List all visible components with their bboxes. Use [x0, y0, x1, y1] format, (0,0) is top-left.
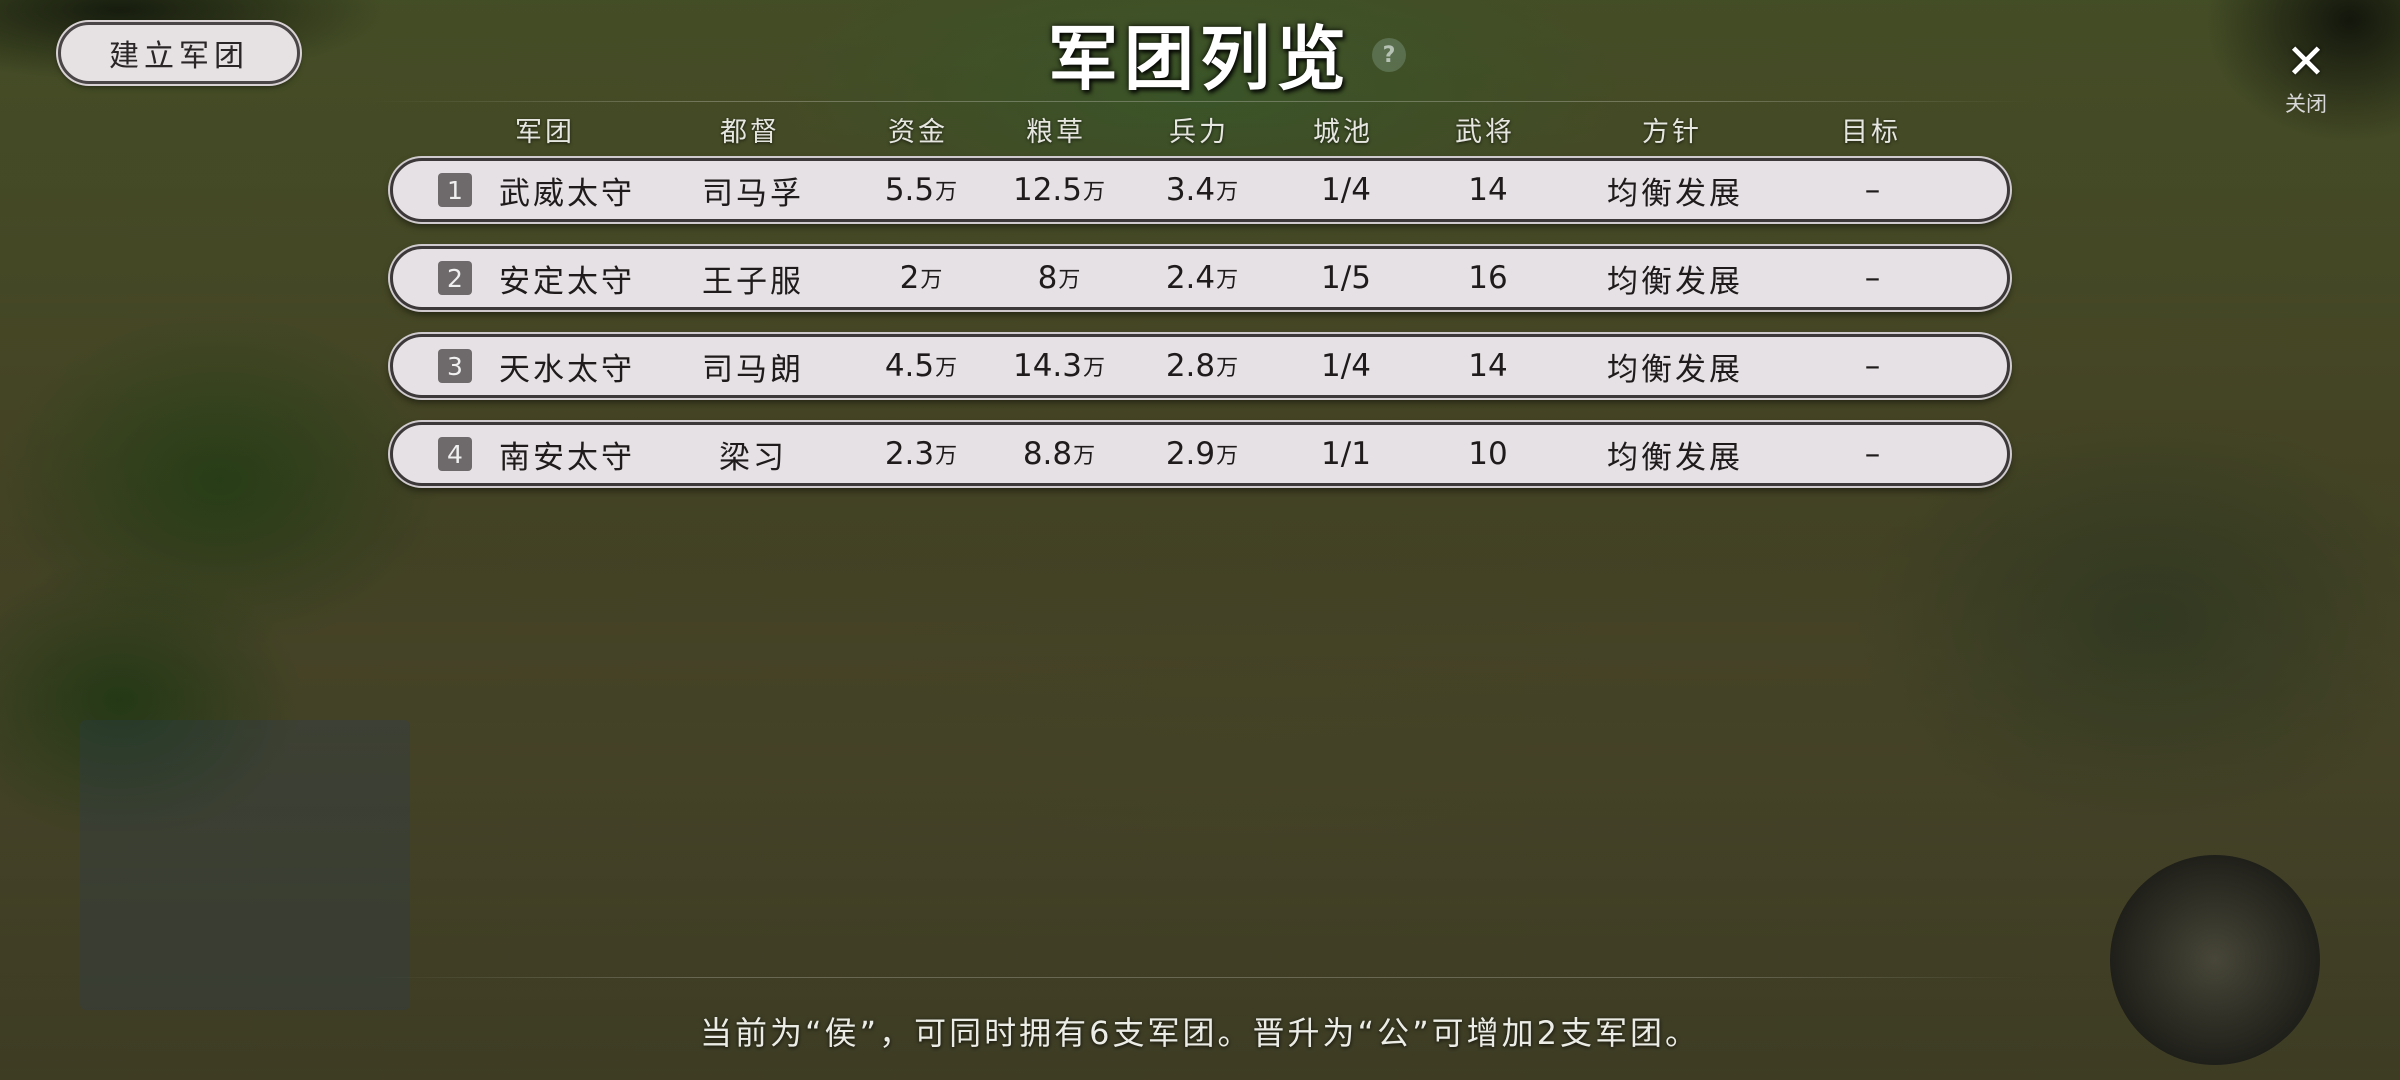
row-index-badge: 4	[438, 437, 472, 471]
column-header-policy: 方针	[1642, 117, 1702, 148]
troops-value: 2.9 万	[1165, 436, 1239, 472]
troops-value: 2.4 万	[1165, 260, 1239, 296]
policy-value: 均衡发展	[1607, 351, 1743, 388]
close-label: 关闭	[2285, 92, 2327, 116]
help-icon[interactable]: ?	[1372, 38, 1406, 72]
target-value: –	[1864, 260, 1884, 296]
header-divider	[370, 101, 2030, 102]
food-value: 12.5 万	[1012, 172, 1106, 208]
page-title: 军团列览	[1048, 16, 1352, 100]
background-minimap	[80, 720, 410, 1010]
cities-value: 1/1	[1321, 436, 1371, 472]
generals-value: 16	[1468, 260, 1508, 296]
row-index-badge: 3	[438, 349, 472, 383]
close-icon: ✕	[2285, 34, 2327, 90]
troops-value: 3.4 万	[1165, 172, 1239, 208]
target-value: –	[1864, 436, 1884, 472]
column-header-cities: 城池	[1313, 117, 1373, 148]
row-index-badge: 2	[438, 261, 472, 295]
footer-divider	[370, 977, 2030, 978]
target-value: –	[1864, 348, 1884, 384]
funds-value: 2.3 万	[884, 436, 958, 472]
legion-row[interactable]: 2 安定太守 王子服 2万 8万 2.4 万 1/5 16 均衡发展 –	[390, 246, 2010, 310]
column-header-funds: 资金	[888, 117, 948, 148]
column-header-commander: 都督	[720, 117, 780, 148]
generals-value: 14	[1468, 348, 1508, 384]
column-header-target: 目标	[1841, 117, 1901, 148]
legion-name: 天水太守	[499, 351, 635, 388]
cities-value: 1/5	[1321, 260, 1371, 296]
generals-value: 10	[1468, 436, 1508, 472]
policy-value: 均衡发展	[1607, 439, 1743, 476]
row-index-badge: 1	[438, 173, 472, 207]
legion-name: 安定太守	[499, 263, 635, 300]
generals-value: 14	[1468, 172, 1508, 208]
policy-value: 均衡发展	[1607, 263, 1743, 300]
column-header-food: 粮草	[1026, 117, 1086, 148]
policy-value: 均衡发展	[1607, 175, 1743, 212]
food-value: 8万	[1037, 260, 1081, 296]
food-value: 14.3 万	[1012, 348, 1106, 384]
column-header-legion: 军团	[515, 117, 575, 148]
legion-name: 武威太守	[499, 175, 635, 212]
legion-capacity-info: 当前为“侯”，可同时拥有6支军团。晋升为“公”可增加2支军团。	[699, 1014, 1701, 1052]
legion-row[interactable]: 1 武威太守 司马孚 5.5 万 12.5 万 3.4 万 1/4 14 均衡发展 –	[390, 158, 2010, 222]
cities-value: 1/4	[1321, 348, 1371, 384]
commander-name: 司马孚	[702, 175, 804, 212]
legion-row[interactable]: 4 南安太守 梁习 2.3 万 8.8 万 2.9 万 1/1 10 均衡发展 –	[390, 422, 2010, 486]
funds-value: 2万	[899, 260, 943, 296]
target-value: –	[1864, 172, 1884, 208]
create-legion-button[interactable]: 建立军团	[58, 22, 300, 84]
commander-name: 司马朗	[702, 351, 804, 388]
funds-value: 5.5 万	[884, 172, 958, 208]
column-header-troops: 兵力	[1169, 117, 1229, 148]
funds-value: 4.5 万	[884, 348, 958, 384]
commander-name: 王子服	[702, 263, 804, 300]
cities-value: 1/4	[1321, 172, 1371, 208]
close-button[interactable]: ✕ 关闭	[2268, 38, 2344, 118]
troops-value: 2.8 万	[1165, 348, 1239, 384]
legion-name: 南安太守	[499, 439, 635, 476]
column-header-generals: 武将	[1455, 117, 1515, 148]
food-value: 8.8 万	[1022, 436, 1096, 472]
legion-row[interactable]: 3 天水太守 司马朗 4.5 万 14.3 万 2.8 万 1/4 14 均衡发展 –	[390, 334, 2010, 398]
commander-name: 梁习	[719, 439, 787, 476]
